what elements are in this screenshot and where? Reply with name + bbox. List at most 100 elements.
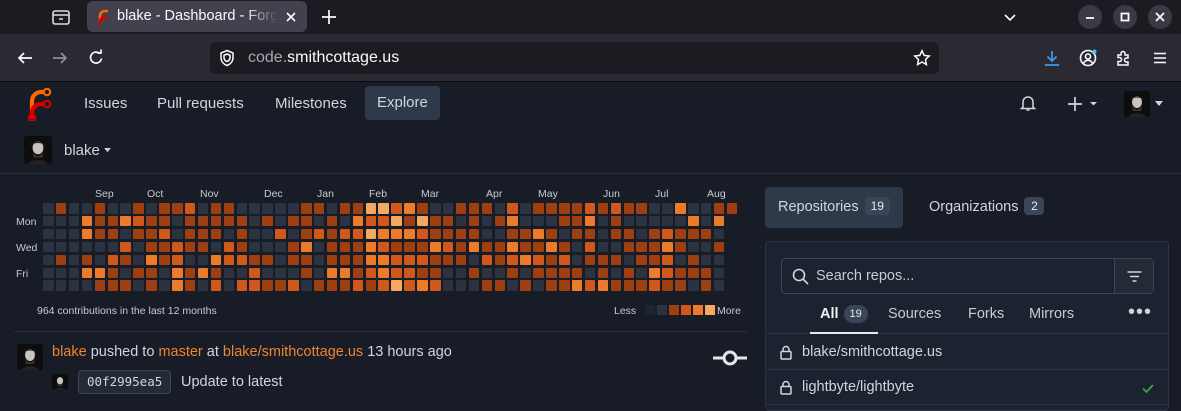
heatmap-cell[interactable] xyxy=(507,267,518,278)
heatmap-cell[interactable] xyxy=(275,228,286,240)
heatmap-cell[interactable] xyxy=(713,228,725,240)
heatmap-cell[interactable] xyxy=(481,254,493,266)
heatmap-cell[interactable] xyxy=(236,241,247,253)
heatmap-cell[interactable] xyxy=(404,203,415,214)
heatmap-cell[interactable] xyxy=(68,241,80,253)
heatmap-cell[interactable] xyxy=(301,241,312,253)
heatmap-cell[interactable] xyxy=(146,254,157,266)
heatmap-cell[interactable] xyxy=(43,241,54,253)
heatmap-cell[interactable] xyxy=(275,215,286,227)
firefox-view-icon[interactable] xyxy=(50,6,72,28)
heatmap-cell[interactable] xyxy=(533,254,544,266)
heatmap-cell[interactable] xyxy=(172,228,183,240)
heatmap-cell[interactable] xyxy=(249,228,260,240)
heatmap-cell[interactable] xyxy=(301,280,312,291)
heatmap-cell[interactable] xyxy=(468,215,480,227)
bookmark-star-icon[interactable] xyxy=(913,49,931,67)
heatmap-cell[interactable] xyxy=(249,267,260,278)
heatmap-cell[interactable] xyxy=(417,215,428,227)
heatmap-cell[interactable] xyxy=(559,241,570,253)
heatmap-cell[interactable] xyxy=(404,280,415,291)
heatmap-cell[interactable] xyxy=(133,267,144,278)
heatmap-cell[interactable] xyxy=(507,228,518,240)
heatmap-cell[interactable] xyxy=(623,215,634,227)
heatmap-cell[interactable] xyxy=(481,267,493,278)
heatmap-cell[interactable] xyxy=(559,203,570,214)
heatmap-cell[interactable] xyxy=(81,241,93,253)
new-tab-plus-icon[interactable] xyxy=(320,8,338,26)
heatmap-cell[interactable] xyxy=(442,203,454,214)
heatmap-cell[interactable] xyxy=(520,254,531,266)
heatmap-cell[interactable] xyxy=(288,228,299,240)
heatmap-cell[interactable] xyxy=(55,203,67,214)
heatmap-cell[interactable] xyxy=(494,280,505,291)
heatmap-cell[interactable] xyxy=(688,203,699,214)
heatmap-cell[interactable] xyxy=(365,254,376,266)
heatmap-cell[interactable] xyxy=(223,228,235,240)
heatmap-cell[interactable] xyxy=(313,267,325,278)
heatmap-cell[interactable] xyxy=(55,280,67,291)
heatmap-cell[interactable] xyxy=(107,241,118,253)
heatmap-cell[interactable] xyxy=(107,203,118,214)
heatmap-cell[interactable] xyxy=(223,267,235,278)
heatmap-cell[interactable] xyxy=(107,280,118,291)
heatmap-cell[interactable] xyxy=(172,215,183,227)
heatmap-cell[interactable] xyxy=(159,203,170,214)
heatmap-cell[interactable] xyxy=(184,267,196,278)
heatmap-cell[interactable] xyxy=(636,280,647,291)
heatmap-cell[interactable] xyxy=(546,241,557,253)
heatmap-cell[interactable] xyxy=(365,203,376,214)
extensions-puzzle-icon[interactable] xyxy=(1115,49,1133,67)
heatmap-cell[interactable] xyxy=(184,241,196,253)
heatmap-cell[interactable] xyxy=(184,203,196,214)
heatmap-cell[interactable] xyxy=(275,280,286,291)
nav-explore[interactable]: Explore xyxy=(365,86,440,120)
heatmap-cell[interactable] xyxy=(262,280,273,291)
heatmap-cell[interactable] xyxy=(688,267,699,278)
heatmap-cell[interactable] xyxy=(507,280,518,291)
heatmap-cell[interactable] xyxy=(584,280,596,291)
heatmap-cell[interactable] xyxy=(533,241,544,253)
notifications-bell-icon[interactable] xyxy=(1019,94,1037,112)
heatmap-cell[interactable] xyxy=(301,228,312,240)
repo-name[interactable]: lightbyte/lightbyte xyxy=(802,379,914,395)
heatmap-cell[interactable] xyxy=(288,241,299,253)
heatmap-cell[interactable] xyxy=(494,241,505,253)
heatmap-cell[interactable] xyxy=(675,228,686,240)
heatmap-cell[interactable] xyxy=(442,254,454,266)
heatmap-cell[interactable] xyxy=(636,215,647,227)
heatmap-cell[interactable] xyxy=(430,267,441,278)
heatmap-cell[interactable] xyxy=(584,215,596,227)
heatmap-cell[interactable] xyxy=(262,241,273,253)
heatmap-cell[interactable] xyxy=(365,280,376,291)
heatmap-cell[interactable] xyxy=(623,241,634,253)
heatmap-cell[interactable] xyxy=(494,203,505,214)
heatmap-cell[interactable] xyxy=(391,254,402,266)
heatmap-cell[interactable] xyxy=(404,267,415,278)
heatmap-cell[interactable] xyxy=(546,215,557,227)
heatmap-cell[interactable] xyxy=(159,280,170,291)
heatmap-cell[interactable] xyxy=(159,215,170,227)
nav-pull-requests[interactable]: Pull requests xyxy=(145,91,256,125)
heatmap-cell[interactable] xyxy=(520,280,531,291)
heatmap-cell[interactable] xyxy=(662,228,673,240)
heatmap-cell[interactable] xyxy=(43,280,54,291)
heatmap-cell[interactable] xyxy=(313,280,325,291)
heatmap-cell[interactable] xyxy=(662,254,673,266)
heatmap-cell[interactable] xyxy=(726,203,738,214)
heatmap-cell[interactable] xyxy=(455,215,467,227)
heatmap-cell[interactable] xyxy=(571,280,583,291)
feed-branch-link[interactable]: master xyxy=(158,344,202,360)
heatmap-cell[interactable] xyxy=(442,215,454,227)
downloads-icon[interactable] xyxy=(1043,49,1061,67)
ci-success-check-icon[interactable] xyxy=(1141,381,1155,395)
heatmap-cell[interactable] xyxy=(43,254,54,266)
heatmap-cell[interactable] xyxy=(494,215,505,227)
heatmap-cell[interactable] xyxy=(455,267,467,278)
app-menu-hamburger-icon[interactable] xyxy=(1151,49,1169,67)
heatmap-cell[interactable] xyxy=(313,215,325,227)
heatmap-cell[interactable] xyxy=(378,267,389,278)
heatmap-cell[interactable] xyxy=(68,280,80,291)
heatmap-cell[interactable] xyxy=(223,280,235,291)
heatmap-cell[interactable] xyxy=(597,254,609,266)
